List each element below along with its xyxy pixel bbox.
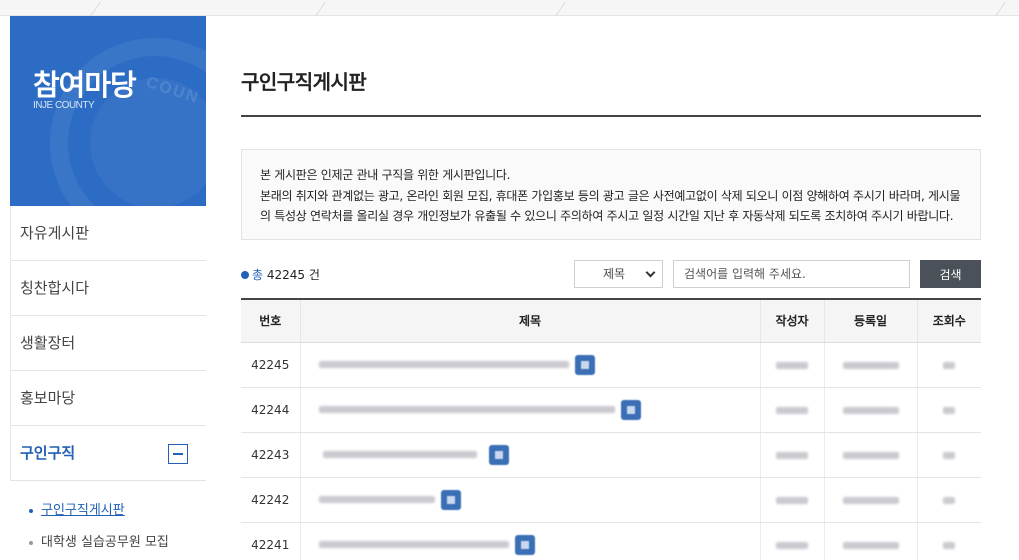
- bullet-icon: [29, 541, 33, 545]
- row-subject-link[interactable]: [299, 432, 760, 478]
- header-date: 등록일: [823, 299, 917, 343]
- sidebar-item-jobs[interactable]: 구인구직: [11, 426, 206, 481]
- new-post-icon: [440, 489, 461, 510]
- search-input[interactable]: [673, 260, 910, 288]
- table-row[interactable]: 42245: [241, 342, 981, 388]
- bullet-icon: [29, 509, 33, 513]
- notice-line: 본 게시판은 인제군 관내 구직을 위한 게시판입니다.: [260, 168, 511, 182]
- header-subject: 제목: [299, 299, 760, 343]
- row-views: [916, 477, 981, 523]
- search-field-select[interactable]: 제목: [574, 260, 663, 288]
- row-subject-link[interactable]: [299, 477, 760, 523]
- row-number: 42242: [241, 477, 300, 523]
- row-author: [759, 477, 824, 523]
- row-date: [823, 342, 917, 388]
- page-title: 구인구직게시판: [241, 70, 367, 94]
- row-views: [916, 432, 981, 478]
- sidebar-item-market[interactable]: 생활장터: [11, 316, 206, 371]
- header-author: 작성자: [759, 299, 824, 343]
- row-date: [823, 432, 917, 478]
- sidebar-item-free-board[interactable]: 자유게시판: [11, 206, 206, 261]
- row-date: [823, 522, 917, 560]
- sidebar-subtitle: INJE COUNTY: [33, 100, 95, 111]
- search-button[interactable]: 검색: [920, 260, 981, 288]
- notice-line: 본래의 취지와 관계없는 광고, 온라인 회원 모집, 휴대폰 가입홍보 등의 …: [260, 188, 961, 203]
- notice-line: 의 특성상 연락처를 올리실 경우 개인정보가 유출될 수 있으니 주의하여 주…: [260, 209, 954, 223]
- header-number: 번호: [241, 299, 300, 343]
- row-number: 42245: [241, 342, 300, 388]
- table-row[interactable]: 42242: [241, 477, 981, 523]
- new-post-icon: [488, 444, 509, 465]
- sidebar-menu: 자유게시판 칭찬합시다 생활장터 홍보마당 구인구직: [10, 206, 206, 481]
- search-bar: 총 42245 건 제목 검색: [241, 260, 981, 288]
- row-number: 42241: [241, 522, 300, 560]
- sidebar-item-praise[interactable]: 칭찬합시다: [11, 261, 206, 316]
- top-strip: [0, 0, 1019, 16]
- notice-box: 본 게시판은 인제군 관내 구직을 위한 게시판입니다. 본래의 취지와 관계없…: [241, 149, 981, 240]
- submenu-item-job-board[interactable]: 구인구직게시판: [10, 495, 206, 527]
- row-views: [916, 522, 981, 560]
- row-subject-link[interactable]: [299, 522, 760, 560]
- table-row[interactable]: 42241: [241, 522, 981, 560]
- sidebar-submenu: 구인구직게시판 대학생 실습공무원 모집: [10, 481, 206, 559]
- row-views: [916, 342, 981, 388]
- table-row[interactable]: 42244: [241, 387, 981, 433]
- sidebar: COUN 참여마당 INJE COUNTY 자유게시판 칭찬합시다 생활장터 홍…: [10, 16, 206, 560]
- new-post-icon: [514, 534, 535, 555]
- bullet-icon: [241, 271, 249, 279]
- row-author: [759, 522, 824, 560]
- header-views: 조회수: [916, 299, 981, 343]
- row-number: 42244: [241, 387, 300, 433]
- sidebar-title: 참여마당: [33, 68, 137, 102]
- total-count: 총 42245 건: [241, 266, 320, 283]
- row-subject-link[interactable]: [299, 387, 760, 433]
- row-views: [916, 387, 981, 433]
- new-post-icon: [620, 399, 641, 420]
- collapse-minus-icon[interactable]: [168, 444, 188, 464]
- new-post-icon: [574, 354, 595, 375]
- submenu-item-student-intern[interactable]: 대학생 실습공무원 모집: [10, 527, 206, 559]
- row-author: [759, 342, 824, 388]
- table-header-row: 번호 제목 작성자 등록일 조회수: [241, 299, 981, 343]
- row-author: [759, 432, 824, 478]
- row-number: 42243: [241, 432, 300, 478]
- title-divider: [241, 115, 981, 117]
- table-row[interactable]: 42243: [241, 432, 981, 478]
- sidebar-item-promotion[interactable]: 홍보마당: [11, 371, 206, 426]
- row-subject-link[interactable]: [299, 342, 760, 388]
- row-date: [823, 387, 917, 433]
- sidebar-header: COUN 참여마당 INJE COUNTY: [10, 16, 206, 206]
- row-author: [759, 387, 824, 433]
- board-table: 번호 제목 작성자 등록일 조회수 42245 42244 42243 4224…: [241, 298, 981, 560]
- row-date: [823, 477, 917, 523]
- main-content: 구인구직게시판 본 게시판은 인제군 관내 구직을 위한 게시판입니다. 본래의…: [241, 16, 981, 560]
- chevron-down-icon: [645, 267, 656, 278]
